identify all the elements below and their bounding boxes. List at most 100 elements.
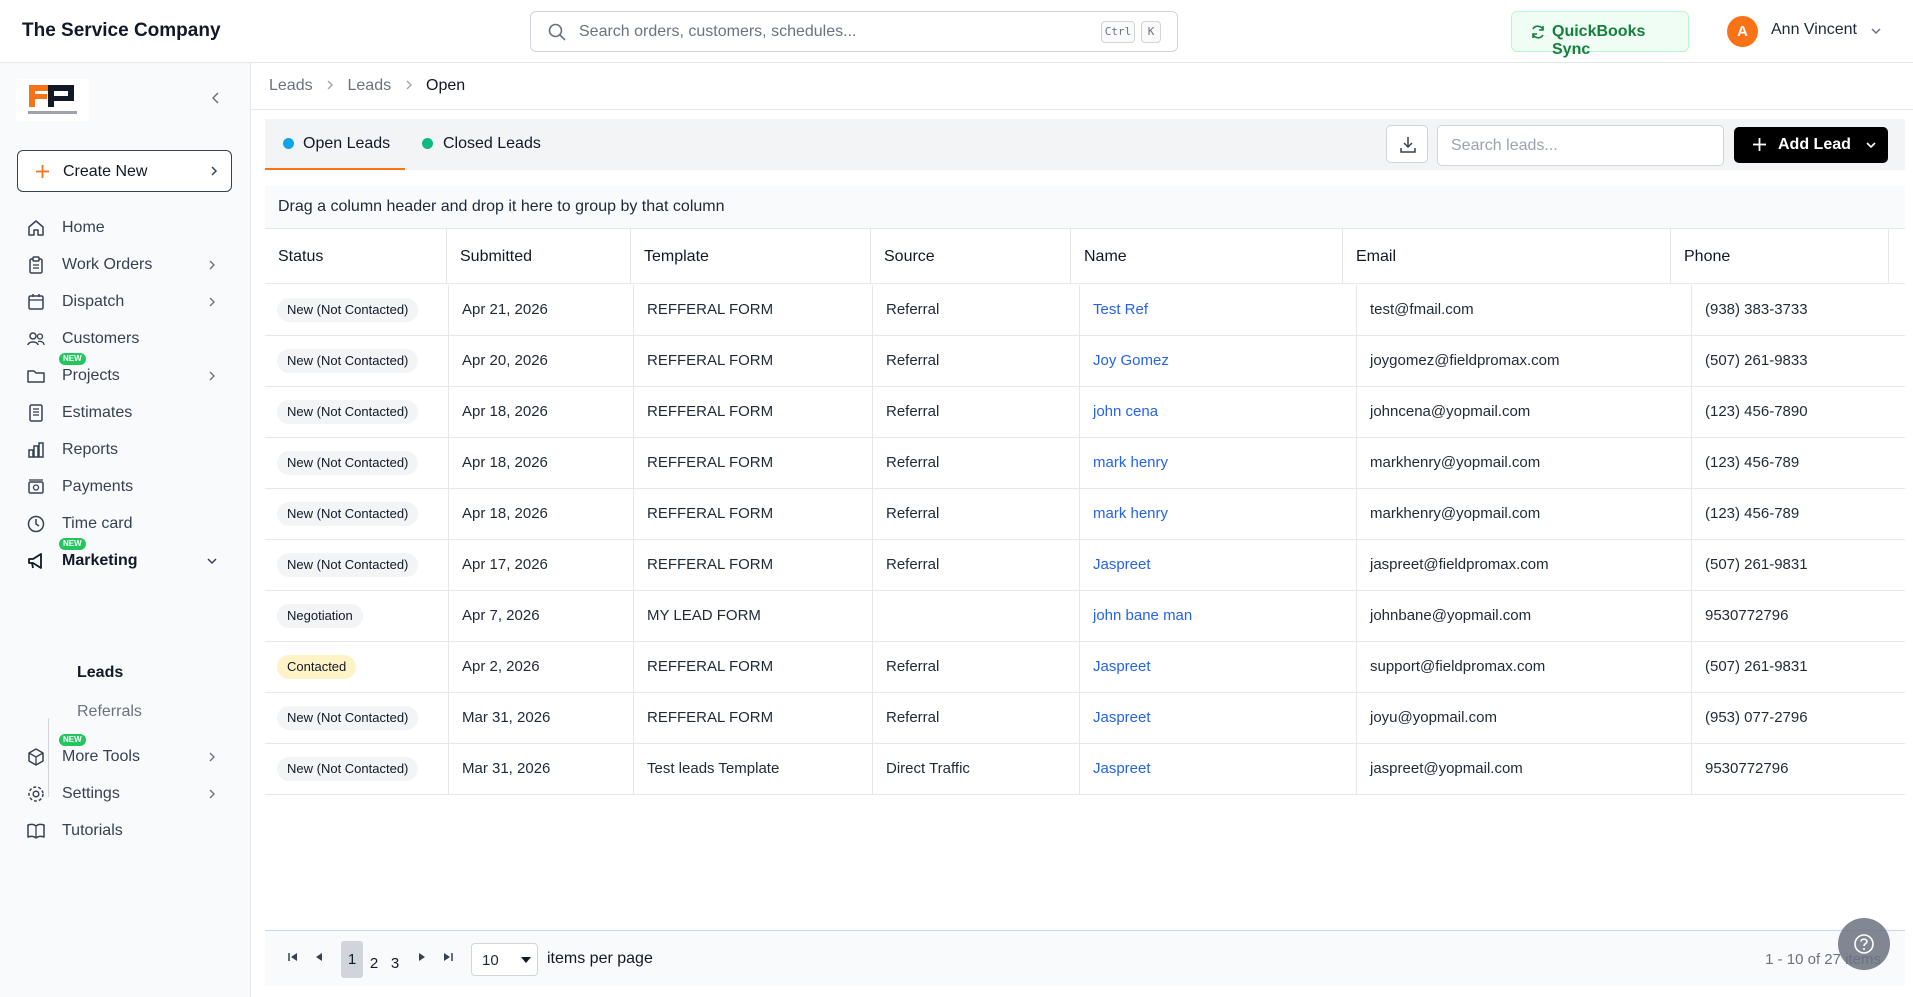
pager: 1 2 3 10 items per page 1 - 10 of 27 ite… xyxy=(265,930,1905,986)
cell-name: Joy Gomez xyxy=(1080,336,1357,386)
users-icon xyxy=(27,332,45,346)
cell-template: REFFERAL FORM xyxy=(634,489,873,539)
cell-email: joyu@yopmail.com xyxy=(1357,693,1692,743)
cell-text: joygomez@fieldpromax.com xyxy=(1370,352,1560,369)
sidebar-item-estimates[interactable]: Estimates xyxy=(17,395,232,431)
sidebar-item-reports[interactable]: Reports xyxy=(17,432,232,468)
next-page-icon[interactable] xyxy=(414,949,430,965)
download-button[interactable] xyxy=(1386,125,1428,163)
group-drop-area[interactable]: Drag a column header and drop it here to… xyxy=(265,186,1905,228)
table-row[interactable]: New (Not Contacted) Apr 17, 2026 REFFERAL … xyxy=(265,540,1905,591)
table-row[interactable]: New (Not Contacted) Apr 18, 2026 REFFERAL … xyxy=(265,438,1905,489)
table-row[interactable]: New (Not Contacted) Mar 31, 2026 Test lead… xyxy=(265,744,1905,795)
sidebar-subitem-leads[interactable]: Leads xyxy=(77,664,123,682)
sidebar-subitem-referrals[interactable]: Referrals xyxy=(77,703,142,721)
add-lead-button[interactable]: Add Lead xyxy=(1734,127,1888,163)
divider xyxy=(251,109,1913,110)
lead-name-link[interactable]: mark henry xyxy=(1093,505,1168,522)
lead-name-link[interactable]: mark henry xyxy=(1093,454,1168,471)
breadcrumb-item-leads-sub[interactable]: Leads xyxy=(348,77,392,95)
page-2-button[interactable]: 2 xyxy=(365,945,383,982)
sidebar: Create New Home Work Orders Dispatch Cus… xyxy=(0,63,251,997)
cell-text: REFFERAL FORM xyxy=(647,658,774,675)
sidebar-item-tutorials[interactable]: Tutorials xyxy=(17,813,232,849)
lead-name-link[interactable]: john cena xyxy=(1093,403,1158,420)
cell-text: support@fieldpromax.com xyxy=(1370,658,1546,675)
page-3-button[interactable]: 3 xyxy=(386,945,404,982)
lead-name-link[interactable]: Jaspreet xyxy=(1093,556,1151,573)
cell-template: REFFERAL FORM xyxy=(634,387,873,437)
sidebar-item-customers[interactable]: Customers xyxy=(17,321,232,357)
first-page-icon[interactable] xyxy=(285,949,301,965)
cell-text: Apr 18, 2026 xyxy=(462,505,548,522)
table-row[interactable]: New (Not Contacted) Apr 18, 2026 REFFERAL … xyxy=(265,387,1905,438)
sidebar-item-dispatch[interactable]: Dispatch xyxy=(17,284,232,320)
global-search-input[interactable]: Search orders, customers, schedules... C… xyxy=(530,11,1178,52)
cell-source: Referral xyxy=(873,387,1080,437)
chevron-down-icon xyxy=(207,558,217,565)
column-header-email[interactable]: Email xyxy=(1343,229,1671,283)
cell-submitted: Apr 7, 2026 xyxy=(449,591,634,641)
column-header-submitted[interactable]: Submitted xyxy=(447,229,631,283)
column-header-name[interactable]: Name xyxy=(1071,229,1343,283)
lead-name-link[interactable]: Joy Gomez xyxy=(1093,352,1169,369)
table-row[interactable]: New (Not Contacted) Mar 31, 2026 REFFERAL … xyxy=(265,693,1905,744)
cell-text: Apr 21, 2026 xyxy=(462,301,548,318)
column-header-template[interactable]: Template xyxy=(631,229,871,283)
sidebar-item-label: Reports xyxy=(62,441,119,458)
sidebar-item-more-tools[interactable]: NEW More Tools xyxy=(17,734,232,775)
last-page-icon[interactable] xyxy=(440,949,456,965)
cell-text: Referral xyxy=(886,658,940,675)
cell-text: (507) 261-9833 xyxy=(1705,352,1808,369)
column-header-source[interactable]: Source xyxy=(871,229,1071,283)
sidebar-item-projects[interactable]: NEW Projects xyxy=(17,353,232,394)
column-header-status[interactable]: Status xyxy=(265,229,447,283)
sidebar-item-home[interactable]: Home xyxy=(17,210,232,246)
breadcrumb-item-leads[interactable]: Leads xyxy=(269,77,313,95)
cell-text: markhenry@yopmail.com xyxy=(1370,505,1541,522)
search-icon xyxy=(548,23,566,41)
tab-open-leads[interactable]: Open Leads xyxy=(265,119,405,170)
sidebar-item-work-orders[interactable]: Work Orders xyxy=(17,247,232,283)
cell-text: joyu@yopmail.com xyxy=(1370,709,1497,726)
leads-search-input[interactable] xyxy=(1437,125,1724,166)
chevron-down-icon[interactable] xyxy=(1869,24,1883,38)
help-icon xyxy=(1854,934,1874,954)
sidebar-item-marketing[interactable]: NEW Marketing xyxy=(17,538,232,579)
sidebar-item-settings[interactable]: Settings xyxy=(17,776,232,812)
cell-status: New (Not Contacted) xyxy=(265,438,449,488)
table-row[interactable]: New (Not Contacted) Apr 20, 2026 REFFERAL … xyxy=(265,336,1905,387)
company-logo[interactable] xyxy=(16,79,89,121)
cell-email: jaspreet@yopmail.com xyxy=(1357,744,1692,794)
user-name[interactable]: Ann Vincent xyxy=(1771,21,1857,39)
cell-text: (123) 456-789 xyxy=(1705,505,1800,522)
sidebar-item-payments[interactable]: Payments xyxy=(17,469,232,505)
cell-text: REFFERAL FORM xyxy=(647,709,774,726)
page-size-select[interactable]: 10 xyxy=(471,943,538,976)
cell-template: REFFERAL FORM xyxy=(634,540,873,590)
avatar[interactable]: A xyxy=(1727,16,1758,47)
lead-name-link[interactable]: john bane man xyxy=(1093,607,1192,624)
quickbooks-sync-button[interactable]: QuickBooks Sync xyxy=(1511,11,1689,58)
lead-name-link[interactable]: Jaspreet xyxy=(1093,760,1151,777)
lead-name-link[interactable]: Test Ref xyxy=(1093,301,1148,318)
cell-text: REFFERAL FORM xyxy=(647,301,774,318)
create-new-button[interactable]: Create New xyxy=(17,150,232,192)
chevron-right-icon xyxy=(209,260,215,270)
tab-closed-leads[interactable]: Closed Leads xyxy=(405,119,555,170)
column-header-phone[interactable]: Phone xyxy=(1671,229,1889,283)
cell-template: REFFERAL FORM xyxy=(634,642,873,692)
lead-name-link[interactable]: Jaspreet xyxy=(1093,709,1151,726)
sidebar-item-time-card[interactable]: Time card xyxy=(17,506,232,542)
page-1-button[interactable]: 1 xyxy=(341,941,363,978)
help-button[interactable] xyxy=(1838,918,1890,970)
lead-name-link[interactable]: Jaspreet xyxy=(1093,658,1151,675)
cell-submitted: Apr 17, 2026 xyxy=(449,540,634,590)
table-row[interactable]: Contacted Apr 2, 2026 REFFERAL FORM Referra… xyxy=(265,642,1905,693)
group-hint: Drag a column header and drop it here to… xyxy=(278,198,725,215)
prev-page-icon[interactable] xyxy=(311,949,327,965)
table-row[interactable]: Negotiation Apr 7, 2026 MY LEAD FORM john b… xyxy=(265,591,1905,642)
table-row[interactable]: New (Not Contacted) Apr 21, 2026 REFFERAL … xyxy=(265,285,1905,336)
table-row[interactable]: New (Not Contacted) Apr 18, 2026 REFFERAL … xyxy=(265,489,1905,540)
collapse-sidebar-icon[interactable] xyxy=(208,90,224,106)
